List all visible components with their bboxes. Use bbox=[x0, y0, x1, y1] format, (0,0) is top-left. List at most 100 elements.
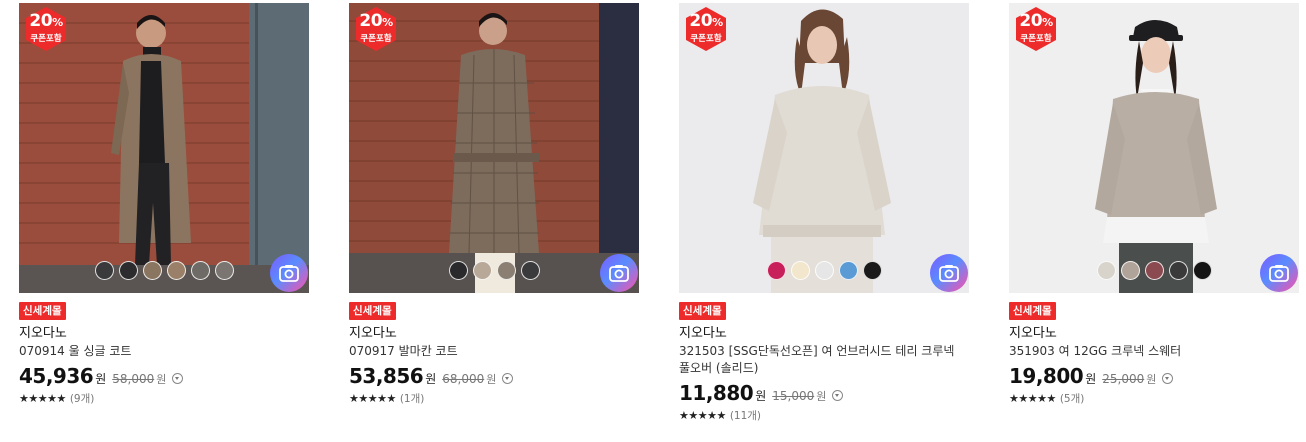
color-swatch[interactable] bbox=[838, 261, 858, 280]
brand-name[interactable]: 지오다노 bbox=[679, 325, 969, 342]
mall-tag: 신세계몰 bbox=[1009, 302, 1056, 320]
product-name[interactable]: 321503 [SSG단독선오픈] 여 언브러시드 테리 크루넥 풀오버 (솔리… bbox=[679, 343, 969, 377]
color-swatch[interactable] bbox=[1144, 261, 1164, 280]
camera-icon bbox=[1269, 265, 1289, 282]
color-swatches bbox=[349, 261, 639, 280]
coupon-percent: 20% bbox=[1019, 11, 1053, 31]
currency: 원 bbox=[95, 372, 107, 386]
price-info-icon[interactable] bbox=[172, 373, 184, 384]
color-swatch[interactable] bbox=[766, 261, 786, 280]
rating-row: ★★★★★ (11개) bbox=[679, 408, 969, 423]
brand-name[interactable]: 지오다노 bbox=[19, 325, 309, 342]
original-currency: 원 bbox=[486, 373, 497, 386]
color-swatch[interactable] bbox=[142, 261, 162, 280]
rating-row: ★★★★★ (1개) bbox=[349, 391, 639, 406]
color-swatches bbox=[679, 261, 969, 280]
price-row: 19,800 원 25,000 원 bbox=[1009, 364, 1299, 388]
review-count[interactable]: (9개) bbox=[70, 391, 95, 406]
rating-row: ★★★★★ (5개) bbox=[1009, 391, 1299, 406]
product-grid: 20% 쿠폰포함 신세계몰 지오다노 070914 울 싱글 코트 45,936… bbox=[0, 0, 1306, 442]
currency: 원 bbox=[755, 389, 767, 403]
color-swatches bbox=[19, 261, 309, 280]
coupon-badge: 20% 쿠폰포함 bbox=[1013, 6, 1059, 52]
product-image[interactable]: 20% 쿠폰포함 bbox=[679, 3, 969, 293]
camera-button[interactable] bbox=[1260, 254, 1298, 292]
color-swatches bbox=[1009, 261, 1299, 280]
camera-icon bbox=[609, 265, 629, 282]
product-image[interactable]: 20% 쿠폰포함 bbox=[1009, 3, 1299, 293]
color-swatch[interactable] bbox=[190, 261, 210, 280]
color-swatch[interactable] bbox=[472, 261, 492, 280]
coupon-label: 쿠폰포함 bbox=[690, 34, 722, 44]
color-swatch[interactable] bbox=[1192, 261, 1212, 280]
price-row: 11,880 원 15,000 원 bbox=[679, 381, 969, 405]
color-swatch[interactable] bbox=[1096, 261, 1116, 280]
rating-stars: ★★★★★ bbox=[1009, 392, 1056, 405]
coupon-badge: 20% 쿠폰포함 bbox=[23, 6, 69, 52]
brand-name[interactable]: 지오다노 bbox=[1009, 325, 1299, 342]
currency: 원 bbox=[1085, 372, 1097, 386]
mall-tag: 신세계몰 bbox=[679, 302, 726, 320]
original-price: 68,000 bbox=[442, 372, 485, 386]
coupon-badge: 20% 쿠폰포함 bbox=[353, 6, 399, 52]
product-image[interactable]: 20% 쿠폰포함 bbox=[19, 3, 309, 293]
product-card[interactable]: 20% 쿠폰포함 신세계몰 지오다노 321503 [SSG단독선오픈] 여 언… bbox=[679, 3, 969, 423]
review-count[interactable]: (1개) bbox=[400, 391, 425, 406]
price-info-icon[interactable] bbox=[1162, 373, 1174, 384]
rating-row: ★★★★★ (9개) bbox=[19, 391, 309, 406]
color-swatch[interactable] bbox=[496, 261, 516, 280]
color-swatch[interactable] bbox=[118, 261, 138, 280]
color-swatch[interactable] bbox=[814, 261, 834, 280]
rating-stars: ★★★★★ bbox=[349, 392, 396, 405]
coupon-percent: 20% bbox=[359, 11, 393, 31]
original-currency: 원 bbox=[156, 373, 167, 386]
color-swatch[interactable] bbox=[1120, 261, 1140, 280]
review-count[interactable]: (11개) bbox=[730, 408, 761, 423]
brand-name[interactable]: 지오다노 bbox=[349, 325, 639, 342]
price-info-icon[interactable] bbox=[832, 390, 844, 401]
color-swatch[interactable] bbox=[94, 261, 114, 280]
coupon-badge: 20% 쿠폰포함 bbox=[683, 6, 729, 52]
color-swatch[interactable] bbox=[862, 261, 882, 280]
camera-icon bbox=[279, 265, 299, 282]
camera-icon bbox=[939, 265, 959, 282]
original-price: 15,000 bbox=[772, 389, 815, 403]
sale-price: 53,856 bbox=[349, 364, 424, 388]
color-swatch[interactable] bbox=[790, 261, 810, 280]
sale-price: 45,936 bbox=[19, 364, 94, 388]
color-swatch[interactable] bbox=[214, 261, 234, 280]
coupon-label: 쿠폰포함 bbox=[1020, 34, 1052, 44]
mall-tag: 신세계몰 bbox=[19, 302, 66, 320]
coupon-percent: 20% bbox=[689, 11, 723, 31]
review-count[interactable]: (5개) bbox=[1060, 391, 1085, 406]
product-card[interactable]: 20% 쿠폰포함 신세계몰 지오다노 070917 발마칸 코트 53,856 … bbox=[349, 3, 639, 406]
mall-tag: 신세계몰 bbox=[349, 302, 396, 320]
product-name[interactable]: 070914 울 싱글 코트 bbox=[19, 343, 309, 360]
product-card[interactable]: 20% 쿠폰포함 신세계몰 지오다노 070914 울 싱글 코트 45,936… bbox=[19, 3, 309, 406]
coupon-label: 쿠폰포함 bbox=[360, 34, 392, 44]
camera-button[interactable] bbox=[930, 254, 968, 292]
camera-button[interactable] bbox=[270, 254, 308, 292]
price-info-icon[interactable] bbox=[502, 373, 514, 384]
coupon-percent: 20% bbox=[29, 11, 63, 31]
color-swatch[interactable] bbox=[1168, 261, 1188, 280]
price-row: 53,856 원 68,000 원 bbox=[349, 364, 639, 388]
product-image[interactable]: 20% 쿠폰포함 bbox=[349, 3, 639, 293]
product-card[interactable]: 20% 쿠폰포함 신세계몰 지오다노 351903 여 12GG 크루넥 스웨터… bbox=[1009, 3, 1299, 406]
rating-stars: ★★★★★ bbox=[19, 392, 66, 405]
original-price: 58,000 bbox=[112, 372, 155, 386]
original-price: 25,000 bbox=[1102, 372, 1145, 386]
currency: 원 bbox=[425, 372, 437, 386]
sale-price: 19,800 bbox=[1009, 364, 1084, 388]
product-name[interactable]: 351903 여 12GG 크루넥 스웨터 bbox=[1009, 343, 1299, 360]
product-name[interactable]: 070917 발마칸 코트 bbox=[349, 343, 639, 360]
original-currency: 원 bbox=[816, 390, 827, 403]
color-swatch[interactable] bbox=[166, 261, 186, 280]
camera-button[interactable] bbox=[600, 254, 638, 292]
color-swatch[interactable] bbox=[520, 261, 540, 280]
original-currency: 원 bbox=[1146, 373, 1157, 386]
coupon-label: 쿠폰포함 bbox=[30, 34, 62, 44]
rating-stars: ★★★★★ bbox=[679, 409, 726, 422]
sale-price: 11,880 bbox=[679, 381, 754, 405]
color-swatch[interactable] bbox=[448, 261, 468, 280]
